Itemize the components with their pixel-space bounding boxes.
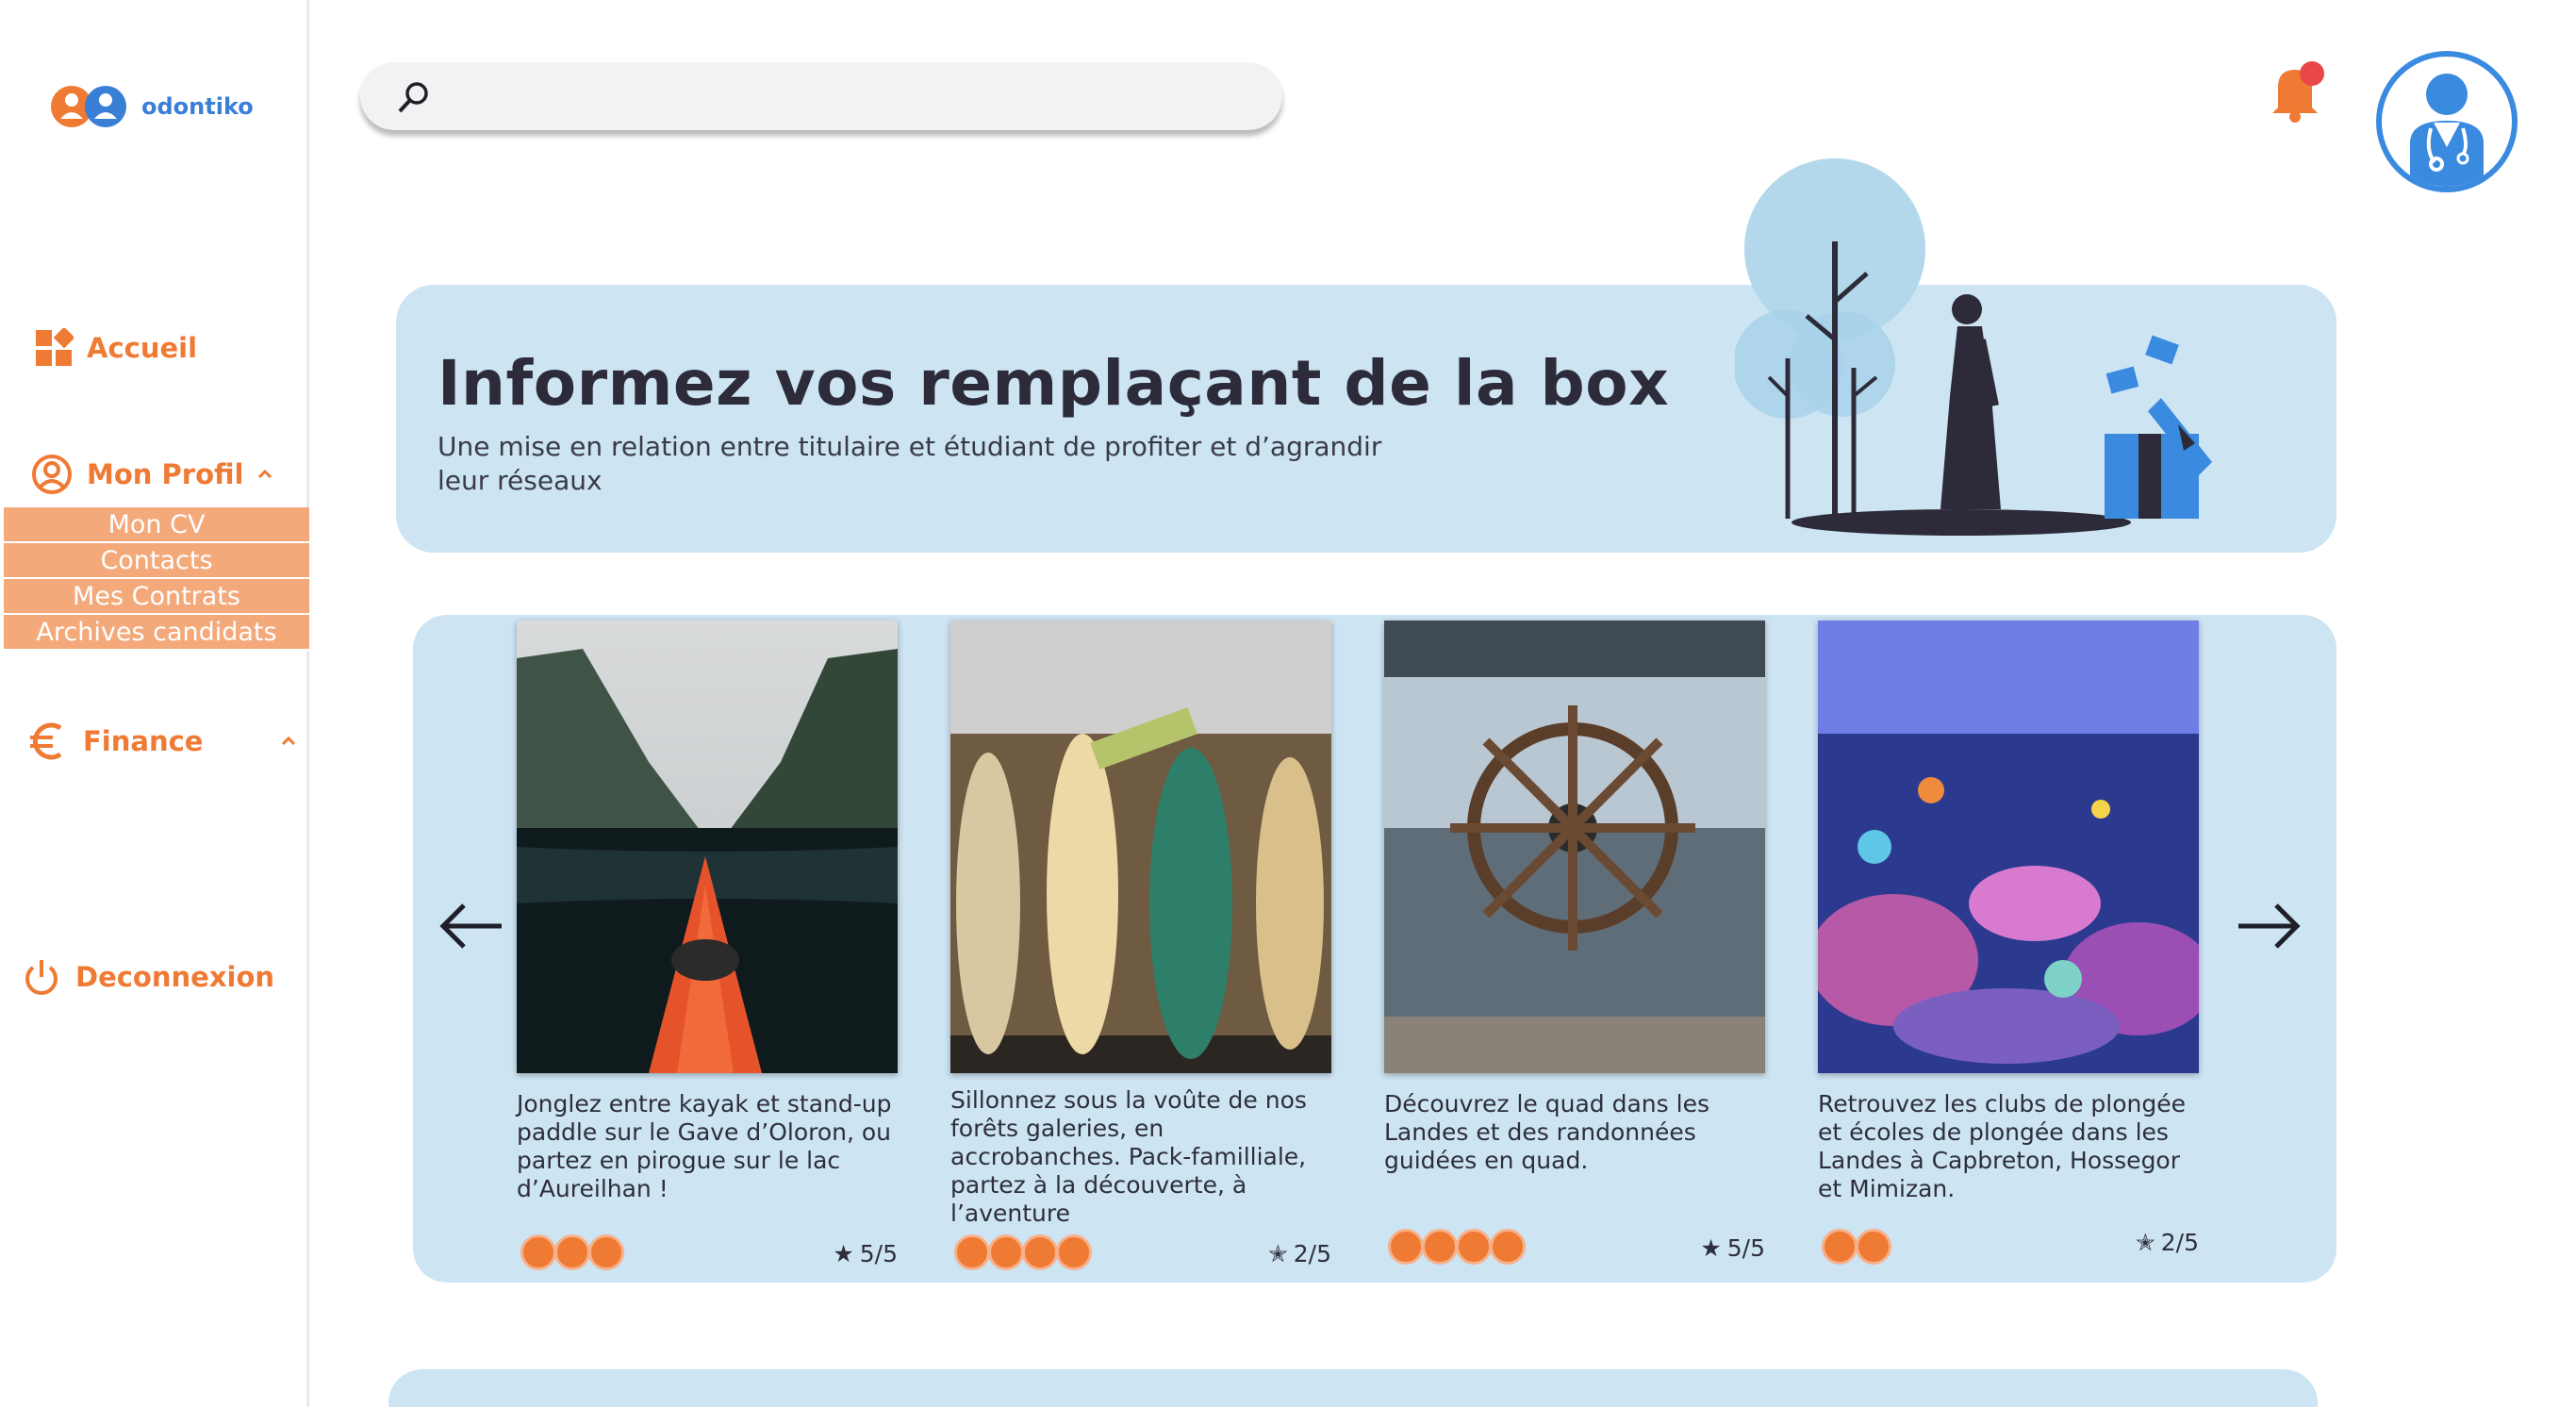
chevron-up-icon[interactable]: [256, 466, 273, 483]
participant-avatar: [1456, 1229, 1492, 1265]
activities-carousel-secondary: [388, 1369, 2318, 1407]
kayak-image[interactable]: [517, 621, 898, 1073]
banner-subtitle: Une mise en relation entre titulaire et …: [438, 431, 1382, 496]
participant-avatar: [1388, 1229, 1424, 1265]
participant-avatar: [1822, 1229, 1858, 1265]
card-footer: ✭ 2/5: [950, 1234, 1331, 1272]
participant-avatars: [1822, 1229, 1891, 1265]
participant-avatar: [588, 1234, 624, 1270]
submenu-item-contacts[interactable]: Contacts: [4, 543, 309, 579]
card-rating: ★ 5/5: [833, 1240, 898, 1267]
rating-value: 2/5: [1293, 1240, 1331, 1267]
sidebar-item-label: Accueil: [87, 332, 198, 364]
user-circle-icon: [32, 455, 72, 494]
participant-avatars: [954, 1234, 1092, 1270]
card-description: Jonglez entre kayak et stand-up paddle s…: [517, 1090, 892, 1202]
ship-wheel-image[interactable]: [1384, 621, 1765, 1073]
app-logo[interactable]: odontiko: [49, 83, 254, 130]
card-footer: ✭ 2/5: [1818, 1229, 2199, 1266]
card-footer: ★ 5/5: [1384, 1229, 1765, 1266]
activities-carousel: Jonglez entre kayak et stand-up paddle s…: [413, 615, 2337, 1283]
participant-avatar: [988, 1234, 1024, 1270]
user-avatar[interactable]: [2376, 51, 2518, 192]
arrow-left-icon[interactable]: [436, 898, 507, 954]
search-input[interactable]: [445, 75, 1256, 117]
bell-icon: [2272, 61, 2324, 123]
rating-value: 5/5: [859, 1240, 898, 1267]
submenu-item-mes-contrats[interactable]: Mes Contrats: [4, 579, 309, 615]
search-bar[interactable]: [360, 62, 1282, 130]
participant-avatar: [554, 1234, 590, 1270]
sidebar-item-deconnexion[interactable]: Deconnexion: [21, 956, 274, 998]
card-rating: ✭ 2/5: [2136, 1229, 2199, 1256]
profile-submenu: Mon CV Contacts Mes Contrats Archives ca…: [4, 507, 309, 651]
card-rating: ★ 5/5: [1700, 1234, 1765, 1262]
sidebar-item-accueil[interactable]: Accueil: [34, 328, 197, 368]
star-icon: ★: [1700, 1234, 1722, 1262]
half-star-icon: ✭: [2135, 1229, 2155, 1256]
app-name: odontiko: [141, 93, 254, 120]
star-icon: ★: [833, 1240, 854, 1267]
half-star-icon: ✭: [1267, 1240, 1288, 1267]
activity-card[interactable]: Sillonnez sous la voûte de nos forêts ga…: [950, 621, 1331, 1270]
card-footer: ★ 5/5: [517, 1234, 898, 1272]
card-description: Découvrez le quad dans les Landes et des…: [1384, 1090, 1709, 1174]
participant-avatars: [520, 1234, 624, 1270]
sidebar-item-mon-profil[interactable]: Mon Profil: [30, 453, 273, 496]
surfboards-image[interactable]: [950, 621, 1331, 1073]
participant-avatar: [954, 1234, 990, 1270]
submenu-item-mon-cv[interactable]: Mon CV: [4, 507, 309, 543]
sidebar: odontiko Accueil Mon Profil Mon CV Conta…: [0, 0, 309, 1407]
rating-value: 2/5: [2160, 1229, 2199, 1256]
logo-icon: [51, 86, 126, 127]
card-rating: ✭ 2/5: [1268, 1240, 1331, 1267]
participant-avatar: [520, 1234, 556, 1270]
sidebar-item-label: Finance: [83, 725, 204, 757]
activity-card[interactable]: Retrouvez les clubs de plongée et écoles…: [1818, 621, 2199, 1265]
arrow-right-icon[interactable]: [2233, 898, 2304, 954]
card-description: Retrouvez les clubs de plongée et écoles…: [1818, 1090, 2187, 1202]
sidebar-item-finance[interactable]: Finance: [28, 720, 297, 762]
notification-badge: [2300, 61, 2324, 86]
coral-reef-image[interactable]: [1818, 621, 2199, 1073]
dashboard-icon: [36, 328, 74, 366]
notification-button[interactable]: [2267, 58, 2329, 124]
power-icon: [25, 960, 58, 995]
euro-icon: [30, 722, 62, 760]
participant-avatar: [1490, 1229, 1526, 1265]
chevron-up-icon[interactable]: [280, 733, 297, 750]
activity-card[interactable]: Jonglez entre kayak et stand-up paddle s…: [517, 621, 898, 1270]
participant-avatar: [1422, 1229, 1458, 1265]
doctor-avatar-icon: [2410, 74, 2484, 187]
sidebar-item-label: Mon Profil: [87, 458, 244, 490]
sidebar-item-label: Deconnexion: [75, 961, 275, 993]
participant-avatars: [1388, 1229, 1526, 1265]
participant-avatar: [1056, 1234, 1092, 1270]
rating-value: 5/5: [1726, 1234, 1765, 1262]
woman-gift-illustration: [1735, 158, 2212, 536]
submenu-item-archives-candidats[interactable]: Archives candidats: [4, 615, 309, 651]
search-icon[interactable]: [394, 79, 432, 117]
card-description: Sillonnez sous la voûte de nos forêts ga…: [950, 1086, 1307, 1227]
banner-title: Informez vos remplaçant de la box: [438, 347, 1670, 420]
participant-avatar: [1022, 1234, 1058, 1270]
activity-card[interactable]: Découvrez le quad dans les Landes et des…: [1384, 621, 1765, 1265]
participant-avatar: [1856, 1229, 1891, 1265]
